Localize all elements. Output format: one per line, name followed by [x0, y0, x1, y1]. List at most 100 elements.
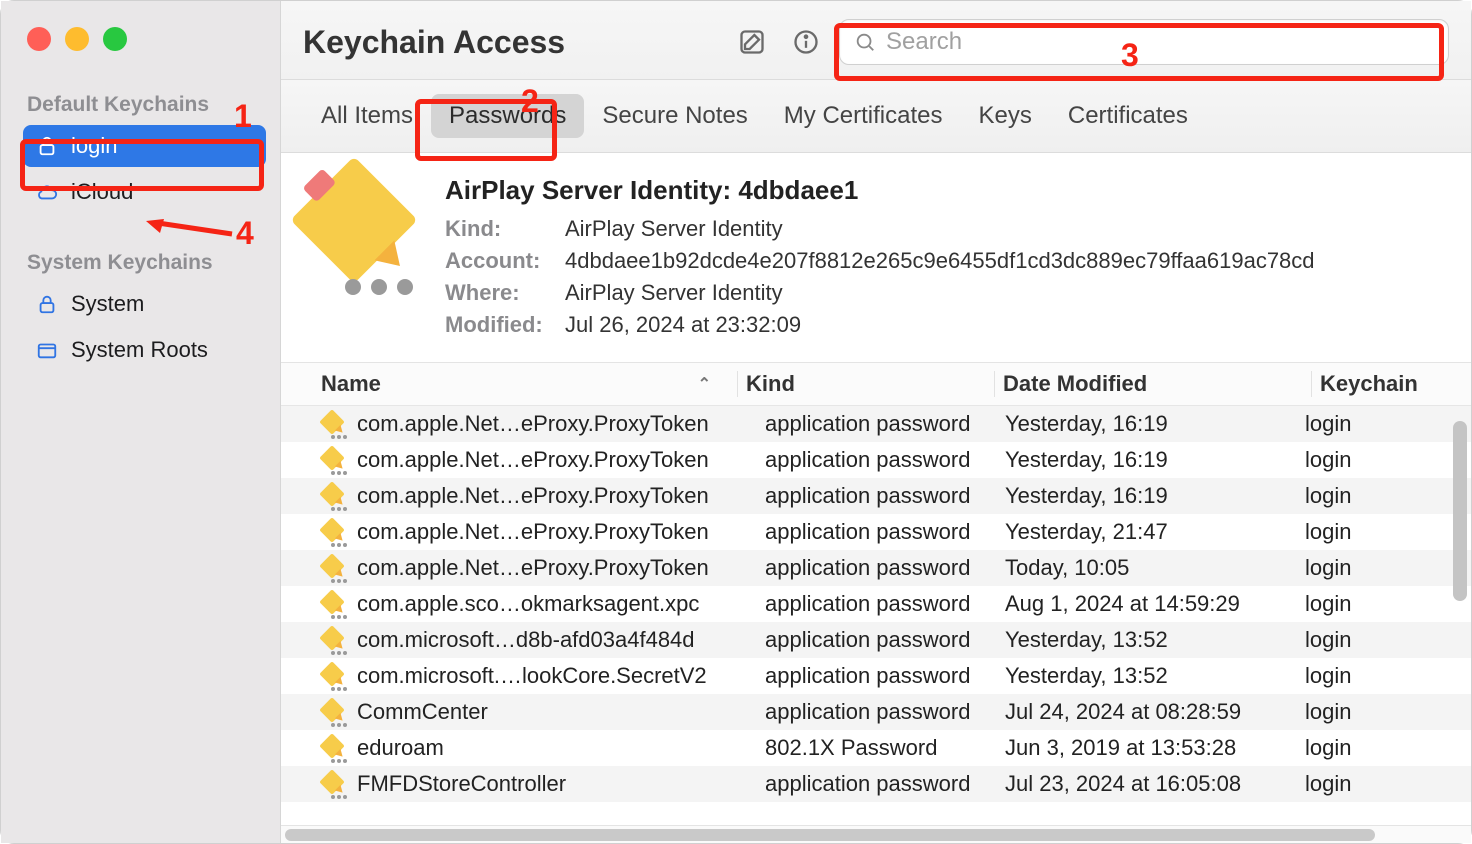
- unlock-icon: [35, 134, 59, 158]
- password-icon: [321, 699, 347, 725]
- horizontal-scrollbar[interactable]: [281, 825, 1471, 843]
- table-row[interactable]: com.microsoft.…lookCore.SecretV2applicat…: [281, 658, 1471, 694]
- cloud-icon: [35, 180, 59, 204]
- table-row[interactable]: com.apple.Net…eProxy.ProxyTokenapplicati…: [281, 550, 1471, 586]
- minimize-window-button[interactable]: [65, 27, 89, 51]
- cell-keychain: login: [1305, 447, 1471, 473]
- password-icon: [321, 411, 347, 437]
- cell-name: com.microsoft.…lookCore.SecretV2: [357, 663, 765, 689]
- password-icon: [321, 483, 347, 509]
- table-row[interactable]: FMFDStoreControllerapplication passwordJ…: [281, 766, 1471, 802]
- detail-value: 4dbdaee1b92dcde4e207f8812e265c9e6455df1c…: [565, 248, 1315, 274]
- cell-name: eduroam: [357, 735, 765, 761]
- cell-kind: application password: [765, 663, 1005, 689]
- sidebar-item-label: iCloud: [71, 179, 133, 205]
- cell-name: com.apple.Net…eProxy.ProxyToken: [357, 483, 765, 509]
- compose-button[interactable]: [731, 21, 773, 63]
- cell-keychain: login: [1305, 519, 1471, 545]
- search-field-wrap[interactable]: [839, 19, 1449, 65]
- sidebar-item-system-roots[interactable]: System Roots: [23, 329, 266, 371]
- column-header-keychain[interactable]: Keychain: [1320, 371, 1471, 397]
- sidebar-item-system[interactable]: System: [23, 283, 266, 325]
- password-icon: [321, 663, 347, 689]
- table-row[interactable]: com.apple.Net…eProxy.ProxyTokenapplicati…: [281, 442, 1471, 478]
- cell-date: Yesterday, 13:52: [1005, 627, 1305, 653]
- detail-label: Modified:: [445, 312, 557, 338]
- tab-all-items[interactable]: All Items: [303, 94, 431, 138]
- cell-name: CommCenter: [357, 699, 765, 725]
- annotation-arrow-4: [144, 219, 234, 249]
- sidebar-item-label: System: [71, 291, 144, 317]
- sidebar-item-icloud[interactable]: iCloud: [23, 171, 266, 213]
- cell-keychain: login: [1305, 735, 1471, 761]
- search-input[interactable]: [886, 28, 1434, 56]
- sidebar-section-system-keychains: System Keychains: [27, 251, 262, 275]
- detail-row-kind: Kind: AirPlay Server Identity: [445, 216, 1449, 242]
- column-header-kind[interactable]: Kind: [746, 371, 986, 397]
- detail-label: Kind:: [445, 216, 557, 242]
- table-row[interactable]: eduroam802.1X PasswordJun 3, 2019 at 13:…: [281, 730, 1471, 766]
- folder-icon: [35, 338, 59, 362]
- sort-ascending-icon: ⌃: [698, 374, 711, 394]
- password-icon: [321, 555, 347, 581]
- info-button[interactable]: [785, 21, 827, 63]
- main-content: Keychain Access All Items Passwords Secu…: [281, 1, 1471, 843]
- table-row[interactable]: com.microsoft…d8b-afd03a4f484dapplicatio…: [281, 622, 1471, 658]
- detail-value: Jul 26, 2024 at 23:32:09: [565, 312, 801, 338]
- tab-secure-notes[interactable]: Secure Notes: [584, 94, 765, 138]
- cell-keychain: login: [1305, 771, 1471, 797]
- window-controls: [27, 27, 266, 51]
- cell-kind: application password: [765, 411, 1005, 437]
- sidebar: Default Keychains login iCloud System Ke…: [1, 1, 281, 843]
- column-header-label: Name: [321, 371, 381, 397]
- tab-passwords[interactable]: Passwords: [431, 94, 584, 138]
- item-detail-pane: AirPlay Server Identity: 4dbdaee1 Kind: …: [281, 153, 1471, 363]
- detail-row-where: Where: AirPlay Server Identity: [445, 280, 1449, 306]
- table-row[interactable]: com.apple.Net…eProxy.ProxyTokenapplicati…: [281, 514, 1471, 550]
- cell-kind: application password: [765, 627, 1005, 653]
- table-row[interactable]: com.apple.sco…okmarksagent.xpcapplicatio…: [281, 586, 1471, 622]
- detail-row-account: Account: 4dbdaee1b92dcde4e207f8812e265c9…: [445, 248, 1449, 274]
- sidebar-section-default-keychains: Default Keychains: [27, 93, 262, 117]
- tab-my-certificates[interactable]: My Certificates: [766, 94, 961, 138]
- search-icon: [854, 31, 876, 53]
- app-title: Keychain Access: [303, 24, 565, 61]
- cell-date: Yesterday, 16:19: [1005, 447, 1305, 473]
- vertical-scrollbar[interactable]: [1453, 421, 1467, 601]
- zoom-window-button[interactable]: [103, 27, 127, 51]
- password-icon: [321, 447, 347, 473]
- cell-kind: application password: [765, 591, 1005, 617]
- table-row[interactable]: CommCenterapplication passwordJul 24, 20…: [281, 694, 1471, 730]
- cell-keychain: login: [1305, 663, 1471, 689]
- cell-name: com.apple.Net…eProxy.ProxyToken: [357, 555, 765, 581]
- cell-keychain: login: [1305, 699, 1471, 725]
- cell-name: com.apple.Net…eProxy.ProxyToken: [357, 447, 765, 473]
- cell-kind: application password: [765, 483, 1005, 509]
- sidebar-item-login[interactable]: login: [23, 125, 266, 167]
- table-row[interactable]: com.apple.Net…eProxy.ProxyTokenapplicati…: [281, 478, 1471, 514]
- password-icon: [321, 771, 347, 797]
- tab-certificates[interactable]: Certificates: [1050, 94, 1206, 138]
- keychain-access-window: Default Keychains login iCloud System Ke…: [1, 1, 1471, 843]
- detail-row-modified: Modified: Jul 26, 2024 at 23:32:09: [445, 312, 1449, 338]
- cell-kind: application password: [765, 771, 1005, 797]
- column-header-date-modified[interactable]: Date Modified: [1003, 371, 1303, 397]
- sidebar-item-label: login: [71, 133, 117, 159]
- close-window-button[interactable]: [27, 27, 51, 51]
- table-header: Name ⌃ Kind Date Modified Keychain: [281, 363, 1471, 406]
- cell-date: Yesterday, 16:19: [1005, 483, 1305, 509]
- cell-keychain: login: [1305, 555, 1471, 581]
- cell-name: com.apple.Net…eProxy.ProxyToken: [357, 411, 765, 437]
- cell-keychain: login: [1305, 591, 1471, 617]
- detail-label: Where:: [445, 280, 557, 306]
- table-row[interactable]: com.apple.Net…eProxy.ProxyTokenapplicati…: [281, 406, 1471, 442]
- detail-value: AirPlay Server Identity: [565, 280, 783, 306]
- detail-title: AirPlay Server Identity: 4dbdaee1: [445, 175, 1449, 206]
- cell-kind: application password: [765, 447, 1005, 473]
- table-body[interactable]: com.apple.Net…eProxy.ProxyTokenapplicati…: [281, 406, 1471, 825]
- column-header-name[interactable]: Name ⌃: [321, 371, 729, 397]
- cell-kind: application password: [765, 555, 1005, 581]
- lock-icon: [35, 292, 59, 316]
- sidebar-item-label: System Roots: [71, 337, 208, 363]
- tab-keys[interactable]: Keys: [961, 94, 1050, 138]
